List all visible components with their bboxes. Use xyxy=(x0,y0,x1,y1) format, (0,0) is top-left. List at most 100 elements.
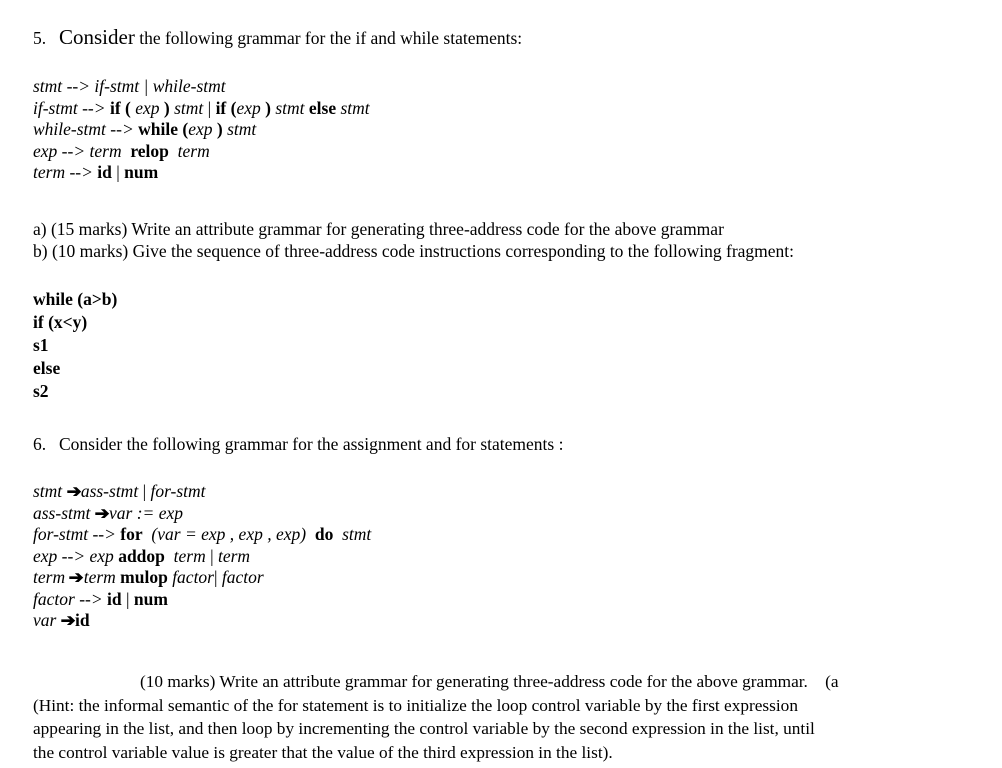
final-paragraph-line-3: appearing in the list, and then loop by … xyxy=(33,719,815,738)
rule-arrow: --> xyxy=(57,140,90,161)
terminal-paren: ) xyxy=(216,119,223,139)
final-paragraph-clipped-tail: (a xyxy=(825,672,839,691)
rule-arrow: --> xyxy=(57,545,90,566)
question-6-number: 6. xyxy=(33,434,47,454)
terminal-paren: ) xyxy=(265,97,271,118)
nonterminal-stmt: stmt xyxy=(342,524,372,544)
nonterminal-factor: factor xyxy=(172,567,214,587)
right-arrow-icon: ➔ xyxy=(69,568,85,587)
rule-arrow: --> xyxy=(74,588,108,609)
grammar-rule-for-stmt: for-stmt --> for (var = exp , exp , exp)… xyxy=(33,524,993,546)
terminal-id: id xyxy=(97,162,112,182)
terminal-id: id xyxy=(74,610,90,630)
grammar-rule-factor: factor --> id | num xyxy=(33,589,993,611)
question-5-number: 5. xyxy=(33,28,47,48)
rule-lhs: factor xyxy=(33,588,75,609)
nonterminal-stmt: stmt xyxy=(174,97,204,118)
grammar-rule-if-stmt: if-stmt --> if ( exp ) stmt | if (exp ) … xyxy=(33,98,993,120)
code-fragment-line: while (a>b) xyxy=(33,289,118,309)
question-5-parts: a) (15 marks) Write an attribute grammar… xyxy=(33,219,993,262)
rule-arrow: --> xyxy=(62,76,95,96)
terminal-addop: addop xyxy=(118,545,165,566)
grammar-rule-stmt: stmt ➔ass-stmt | for-stmt xyxy=(33,481,993,503)
rule-rhs: ass-stmt xyxy=(80,481,139,501)
nonterminal-term: term xyxy=(177,140,210,161)
grammar-rule-stmt: stmt --> if-stmt | while-stmt xyxy=(33,76,993,98)
rule-rhs: if-stmt xyxy=(94,76,140,96)
question-5-part-a: a) (15 marks) Write an attribute grammar… xyxy=(33,219,724,239)
nonterminal-stmt: stmt xyxy=(227,119,257,139)
code-fragment-line: else xyxy=(33,358,61,378)
rule-arrow: --> xyxy=(88,524,121,544)
document-page: 5. Consider the following grammar for the… xyxy=(0,0,1002,768)
nonterminal-exp: exp xyxy=(275,524,301,544)
rule-alt-bar: | xyxy=(126,588,130,609)
question-5-heading-rest: the following grammar for the if and whi… xyxy=(134,28,523,48)
question-5-heading: 5. Consider the following grammar for the… xyxy=(33,26,993,49)
rule-rhs: while-stmt xyxy=(152,76,226,96)
terminal-comma: , xyxy=(229,524,235,544)
final-paragraph-line-4: the control variable value is greater th… xyxy=(33,742,613,762)
nonterminal-exp: exp xyxy=(238,524,263,544)
right-arrow-icon: ➔ xyxy=(66,482,82,501)
rule-alt-bar: | xyxy=(139,76,153,96)
right-arrow-icon: ➔ xyxy=(60,611,76,630)
terminal-num: num xyxy=(124,162,159,182)
rule-lhs: for-stmt xyxy=(33,524,89,544)
terminal-assign: := xyxy=(136,502,155,523)
terminal-paren: ) xyxy=(300,524,307,544)
rule-alt-bar: | xyxy=(142,481,147,501)
right-arrow-icon: ➔ xyxy=(94,503,110,523)
terminal-do: do xyxy=(314,524,334,544)
rule-alt-bar: | xyxy=(207,97,212,118)
question-6-heading-text: Consider the following grammar for the a… xyxy=(59,434,564,454)
code-fragment: while (a>b) if (x<y) s1 else s2 xyxy=(33,288,993,403)
rule-arrow: --> xyxy=(105,119,139,139)
nonterminal-exp: exp xyxy=(188,119,213,139)
rule-lhs: while-stmt xyxy=(33,119,106,139)
rule-rhs: for-stmt xyxy=(150,481,206,501)
terminal-for: for xyxy=(120,524,143,544)
nonterminal-stmt: stmt xyxy=(340,97,370,118)
grammar-rule-while-stmt: while-stmt --> while (exp ) stmt xyxy=(33,119,993,141)
nonterminal-var: var xyxy=(109,502,133,523)
terminal-else: else xyxy=(308,97,337,118)
terminal-id: id xyxy=(107,588,122,609)
rule-lhs: exp xyxy=(33,140,58,161)
nonterminal-exp: exp xyxy=(89,545,114,566)
nonterminal-exp: exp xyxy=(236,97,261,118)
nonterminal-term: term xyxy=(83,567,116,587)
rule-alt-bar: | xyxy=(210,545,214,566)
grammar-rule-var: var ➔id xyxy=(33,610,993,632)
rule-lhs: if-stmt xyxy=(33,97,78,118)
terminal-relop: relop xyxy=(130,140,169,161)
terminal-comma: , xyxy=(267,524,272,544)
rule-arrow: --> xyxy=(77,97,110,118)
rule-lhs: var xyxy=(33,610,57,630)
grammar-rule-exp: exp --> exp addop term | term xyxy=(33,546,993,568)
terminal-num: num xyxy=(133,588,168,609)
rule-arrow: --> xyxy=(65,162,98,182)
rule-lhs: term xyxy=(33,162,66,182)
rule-alt-bar: | xyxy=(214,567,218,587)
nonterminal-factor: factor xyxy=(221,567,264,587)
code-fragment-line: s1 xyxy=(33,335,49,355)
nonterminal-var: var xyxy=(157,524,181,544)
grammar-rule-term: term ➔term mulop factor| factor xyxy=(33,567,993,589)
grammar-rule-exp: exp --> term relop term xyxy=(33,141,993,163)
question-5-heading-emphasis: Consider xyxy=(59,25,135,49)
rule-lhs: stmt xyxy=(33,76,63,96)
terminal-if: if xyxy=(215,97,227,118)
rule-alt-bar: | xyxy=(116,162,120,182)
nonterminal-term: term xyxy=(173,545,206,566)
code-fragment-line: if (x<y) xyxy=(33,312,88,332)
question-5-grammar: stmt --> if-stmt | while-stmt if-stmt --… xyxy=(33,76,993,184)
rule-lhs: exp xyxy=(33,545,58,566)
terminal-paren: ) xyxy=(163,97,170,118)
rule-lhs: ass-stmt xyxy=(33,502,91,523)
question-6-heading: 6. Consider the following grammar for the… xyxy=(33,433,993,455)
final-paragraph-line-1: (10 marks) Write an attribute grammar fo… xyxy=(33,670,1002,694)
final-paragraph-line-2: (Hint: the informal semantic of the for … xyxy=(33,695,798,715)
rule-lhs: term xyxy=(33,567,66,587)
question-6-final-paragraph: (10 marks) Write an attribute grammar fo… xyxy=(33,670,1002,764)
